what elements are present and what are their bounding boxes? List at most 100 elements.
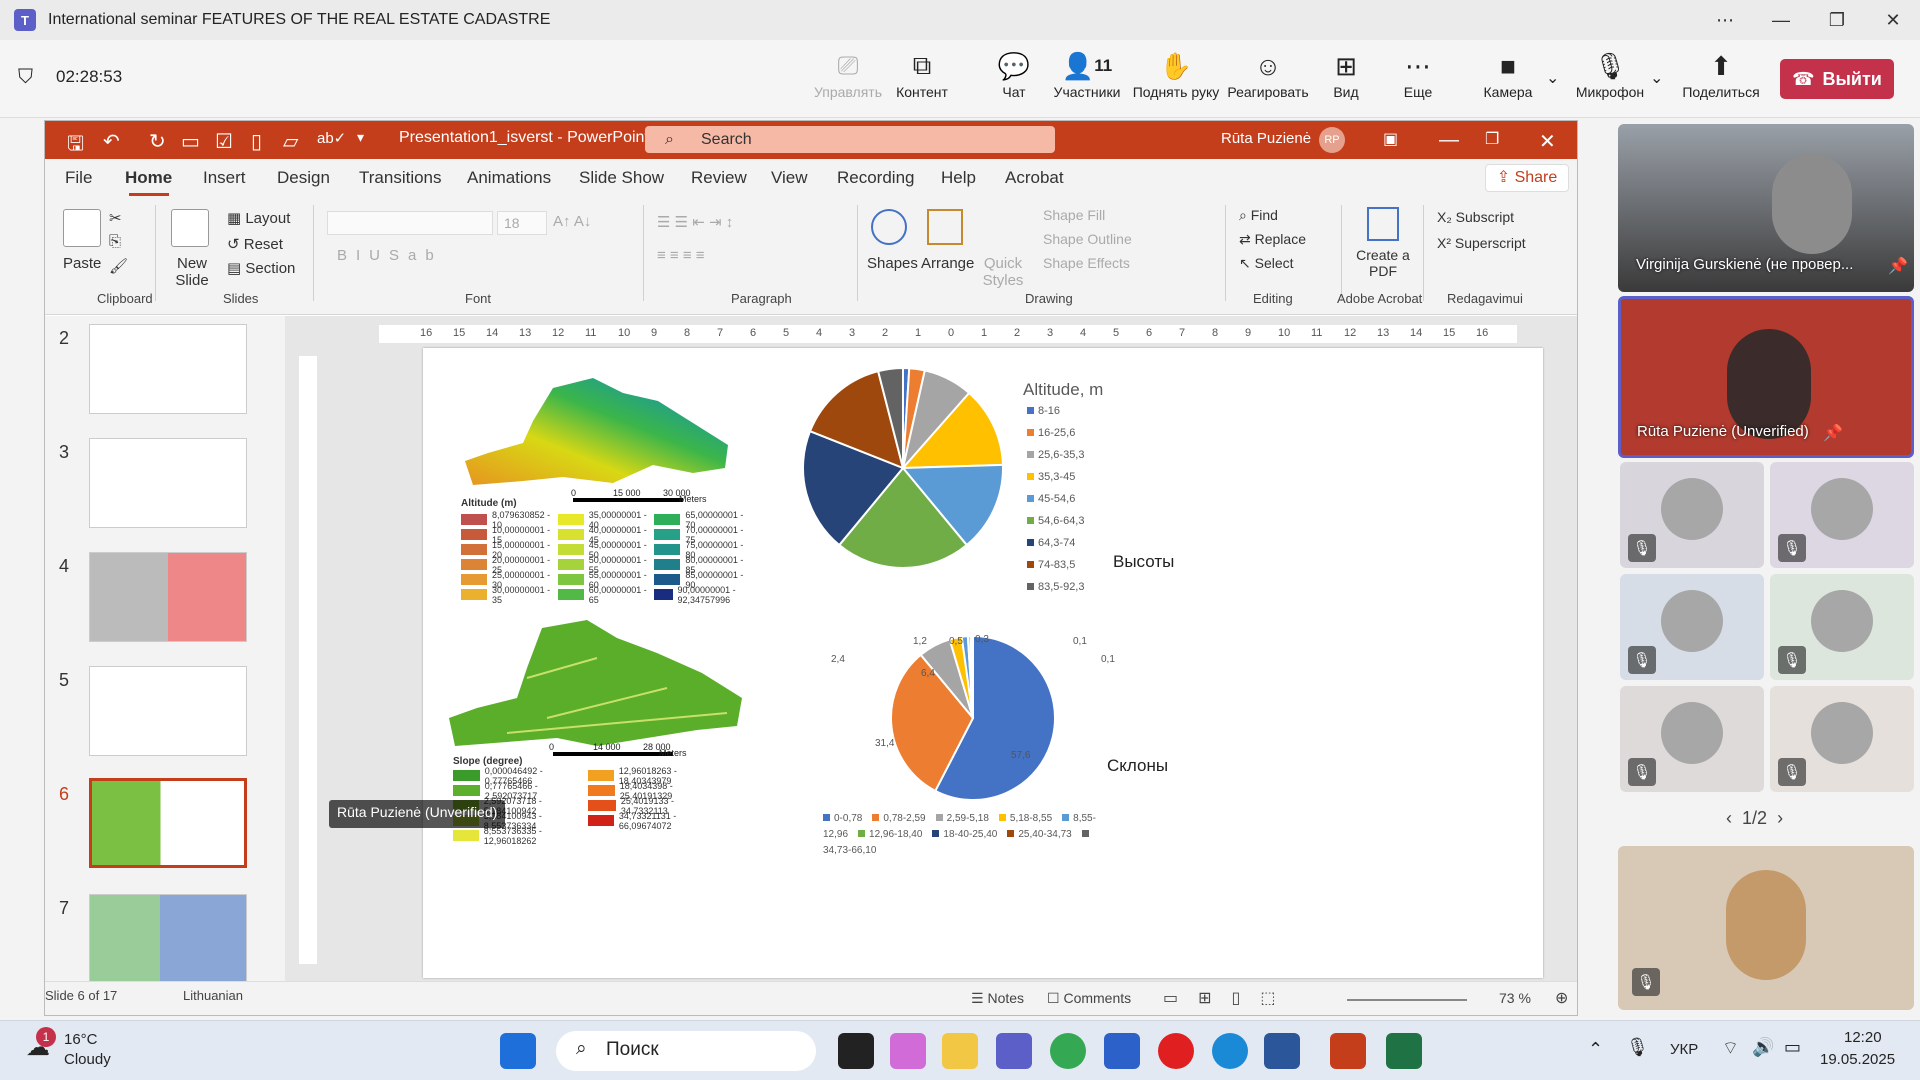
yandex-icon[interactable] [1158, 1033, 1194, 1069]
reset-button[interactable]: ↺ Reset [227, 235, 283, 253]
zoom-slider[interactable] [1347, 999, 1467, 1001]
slide-thumbnail[interactable] [89, 894, 247, 984]
new-slide-button[interactable]: New Slide [167, 255, 217, 289]
maximize-button[interactable]: ❐ [1810, 0, 1864, 40]
gallery-pagination[interactable]: ‹ 1/2 › [1726, 808, 1783, 829]
user-avatar[interactable]: RP [1319, 127, 1345, 153]
paste-button[interactable]: Paste [63, 255, 101, 272]
tab-review[interactable]: Review [691, 168, 747, 188]
participant-tile[interactable]: 🎙 [1620, 686, 1764, 792]
share-button[interactable]: ⬆ Поделиться [1676, 48, 1766, 101]
ppt-close-button[interactable]: ✕ [1539, 129, 1556, 154]
slide-thumbnail[interactable] [89, 438, 247, 528]
prev-page-icon[interactable]: ‹ [1726, 808, 1732, 828]
leave-button[interactable]: ☎ Выйти [1780, 59, 1894, 99]
superscript-button[interactable]: X² Superscript [1437, 235, 1526, 251]
task-view-icon[interactable] [838, 1033, 874, 1069]
font-size-input[interactable]: 18 [497, 211, 547, 235]
redo-icon[interactable]: ↻ [149, 129, 166, 154]
clock-time[interactable]: 12:20 [1844, 1029, 1882, 1046]
shapes-button[interactable]: Shapes [867, 255, 918, 272]
pin-icon[interactable]: 📌 [1888, 256, 1908, 276]
new-file-icon[interactable]: ▯ [251, 129, 262, 154]
copy-icon[interactable]: ⎘ [109, 233, 121, 250]
form-icon[interactable]: ☑ [215, 129, 233, 154]
tab-animations[interactable]: Animations [467, 168, 551, 188]
subscript-button[interactable]: X₂ Subscript [1437, 209, 1514, 225]
tab-transitions[interactable]: Transitions [359, 168, 442, 188]
select-button[interactable]: ↖ Select [1239, 255, 1294, 272]
taskbar-search[interactable]: ⌕ Поиск [556, 1031, 816, 1071]
participant-tile[interactable]: 🎙 [1770, 462, 1914, 568]
raise-hand-button[interactable]: ✋ Поднять руку [1128, 48, 1224, 101]
search-box[interactable]: ⌕ Search [645, 126, 1055, 153]
participant-tile[interactable]: 🎙 [1620, 462, 1764, 568]
copilot-icon[interactable] [890, 1033, 926, 1069]
replace-button[interactable]: ⇄ Replace [1239, 231, 1306, 248]
tab-view[interactable]: View [771, 168, 808, 188]
arrange-icon[interactable] [927, 209, 963, 245]
zoom-level[interactable]: 73 % [1499, 990, 1531, 1006]
tab-home[interactable]: Home [125, 168, 172, 188]
ppt-restore-button[interactable]: ❐ [1485, 129, 1499, 149]
shape-fill-button[interactable]: Shape Fill [1043, 207, 1105, 223]
content-button[interactable]: ⧉ Контент [882, 48, 962, 100]
comments-button[interactable]: ☐ Comments [1047, 990, 1131, 1007]
mic-tray-icon[interactable]: 🎙 [1626, 1037, 1649, 1058]
open-folder-icon[interactable]: ▱ [283, 129, 298, 154]
new-slide-icon[interactable] [171, 209, 209, 247]
language-indicator[interactable]: Lithuanian [183, 988, 243, 1003]
battery-icon[interactable]: ▭ [1784, 1037, 1801, 1058]
view-mode-icons[interactable]: ▭⊞▯⬚ [1163, 988, 1295, 1008]
volume-icon[interactable]: 🔊 [1752, 1037, 1774, 1058]
shape-effects-button[interactable]: Shape Effects [1043, 255, 1130, 271]
quick-styles-button[interactable]: Quick Styles [975, 255, 1031, 289]
font-name-input[interactable] [327, 211, 493, 235]
find-button[interactable]: ⌕ Find [1239, 207, 1278, 224]
participant-tile[interactable]: 🎙 [1770, 574, 1914, 680]
clock-date[interactable]: 19.05.2025 [1820, 1051, 1895, 1068]
store-icon[interactable] [1104, 1033, 1140, 1069]
bullets-icon[interactable]: ☰ ☰ ⇤ ⇥ ↕ [657, 213, 733, 231]
tab-file[interactable]: File [65, 168, 92, 188]
tab-help[interactable]: Help [941, 168, 976, 188]
next-page-icon[interactable]: › [1777, 808, 1783, 828]
notes-button[interactable]: ☰ Notes [971, 990, 1024, 1007]
create-pdf-icon[interactable] [1367, 207, 1399, 241]
video-tile-self[interactable]: 🎙 [1618, 846, 1914, 1010]
microphone-button[interactable]: 🎙 Микрофон [1570, 48, 1650, 101]
shape-outline-button[interactable]: Shape Outline [1043, 231, 1132, 247]
close-button[interactable]: ✕ [1866, 0, 1920, 40]
more-button[interactable]: ⋯ Еще [1378, 48, 1458, 101]
teams-icon[interactable] [996, 1033, 1032, 1069]
participant-tile[interactable]: 🎙 [1620, 574, 1764, 680]
slide[interactable]: Altitude (m) 0 15 000 30 000 Meters 8,07… [423, 348, 1543, 978]
react-button[interactable]: ☺ Реагировать [1226, 48, 1310, 101]
save-icon[interactable]: 🖫 [67, 129, 84, 163]
pin-icon[interactable]: 📌 [1823, 423, 1843, 443]
camera-options-chevron-icon[interactable]: ⌄ [1546, 68, 1559, 88]
file-explorer-icon[interactable] [942, 1033, 978, 1069]
wifi-icon[interactable]: ⌔ [1722, 1037, 1739, 1060]
present-icon[interactable]: ▭ [181, 129, 200, 154]
layout-button[interactable]: ▦ Layout [227, 209, 290, 227]
tab-acrobat[interactable]: Acrobat [1005, 168, 1064, 188]
align-icons[interactable]: ≡ ≡ ≡ ≡ [657, 247, 705, 264]
tab-slide-show[interactable]: Slide Show [579, 168, 664, 188]
section-button[interactable]: ▤ Section [227, 259, 295, 277]
view-button[interactable]: ⊞ Вид [1306, 48, 1386, 101]
ppt-minimize-button[interactable]: — [1439, 129, 1459, 152]
share-ppt-button[interactable]: ⇪ Share [1485, 164, 1569, 192]
tab-design[interactable]: Design [277, 168, 330, 188]
language-indicator[interactable]: УКР [1670, 1041, 1698, 1058]
create-pdf-button[interactable]: Create a PDF [1353, 247, 1413, 279]
slide-thumbnail[interactable] [89, 666, 247, 756]
powerpoint-icon[interactable] [1330, 1033, 1366, 1069]
fit-slide-icon[interactable]: ⊕ [1555, 988, 1568, 1008]
tab-recording[interactable]: Recording [837, 168, 915, 188]
format-painter-icon[interactable]: 🖌 [109, 257, 128, 275]
excel-icon[interactable] [1386, 1033, 1422, 1069]
shapes-icon[interactable] [871, 209, 907, 245]
spelling-icon[interactable]: ab✓ [317, 129, 346, 147]
arrange-button[interactable]: Arrange [921, 255, 974, 272]
